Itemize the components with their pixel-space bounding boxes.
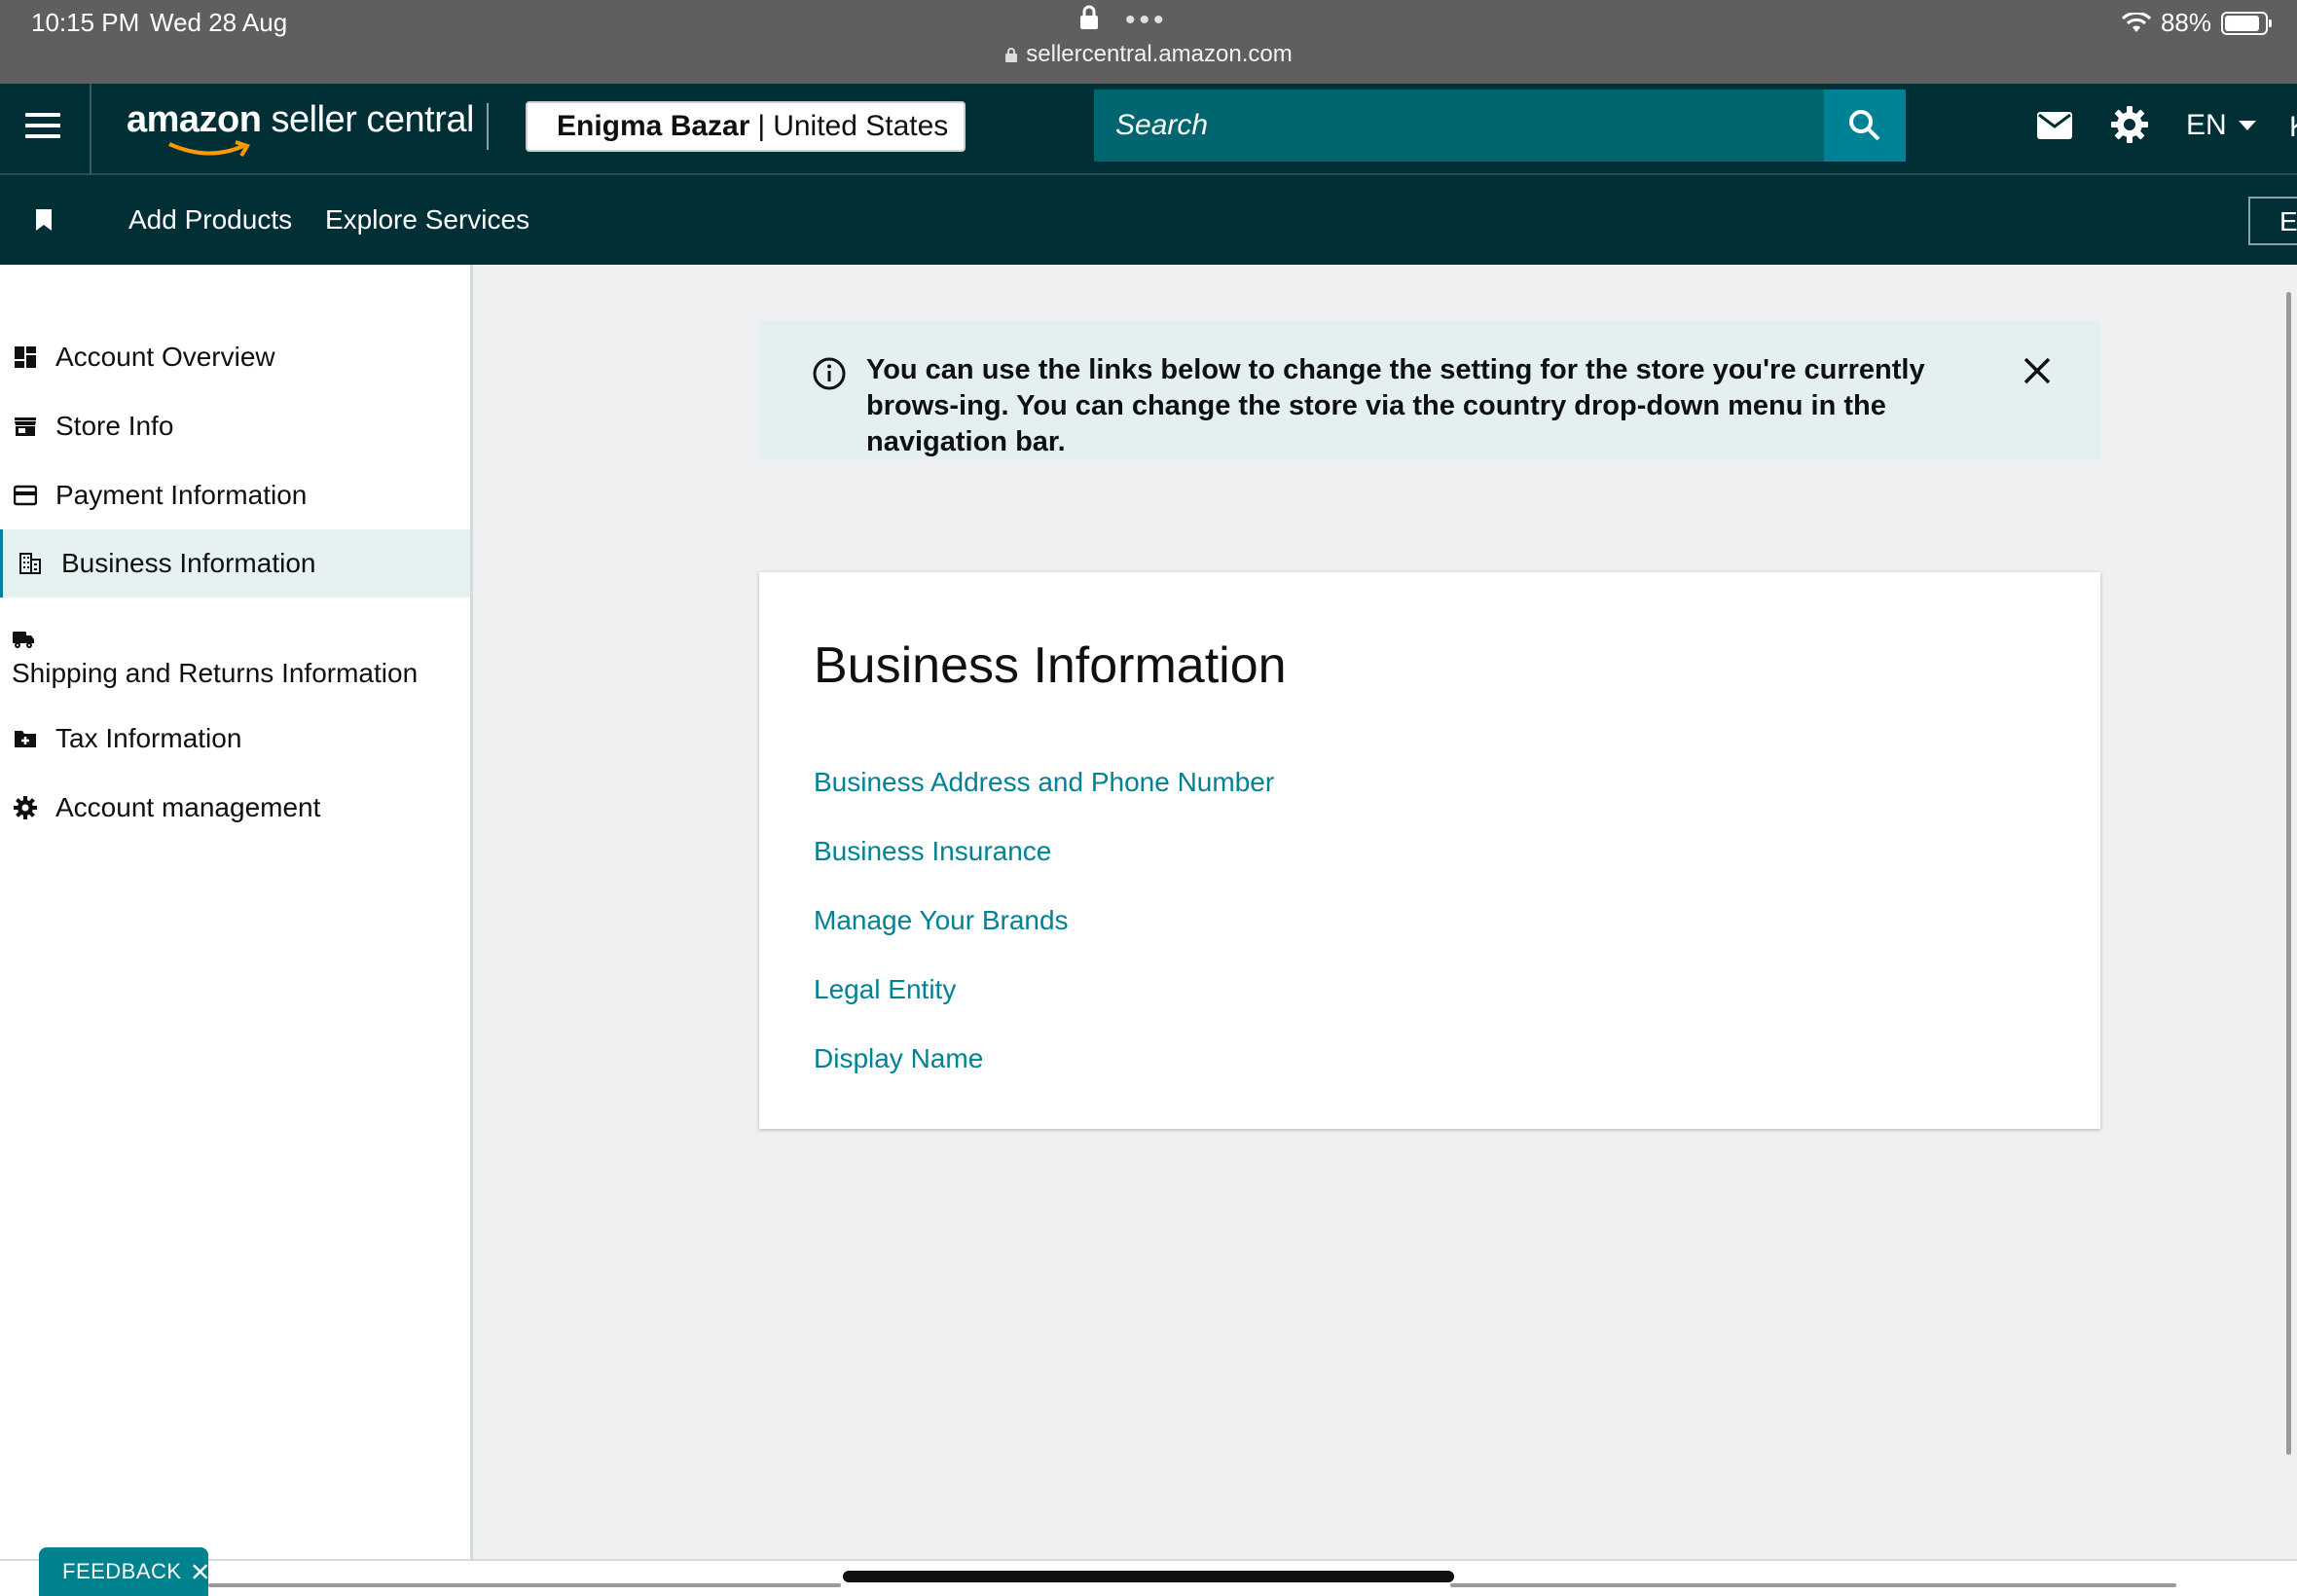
amazon-seller-central-logo[interactable]: amazon seller central (127, 99, 474, 141)
credit-card-icon (14, 485, 37, 506)
hamburger-menu-icon[interactable] (25, 113, 60, 142)
feedback-button[interactable]: FEEDBACK (39, 1547, 208, 1596)
chevron-down-icon (2238, 121, 2256, 130)
sidebar-item-label: Account Overview (55, 342, 275, 372)
url-text: sellercentral.amazon.com (1026, 41, 1293, 67)
amazon-smile-logo-icon (168, 140, 250, 158)
store-country-selector[interactable]: Enigma Bazar | United States (526, 101, 966, 152)
sidebar-item-tax-information[interactable]: Tax Information (0, 705, 470, 773)
language-selector[interactable]: EN (2186, 109, 2256, 142)
sidebar-item-label: Account management (55, 792, 321, 822)
sidebar-item-label: Business Information (61, 548, 316, 578)
explore-services-link[interactable]: Explore Services (325, 204, 529, 236)
language-label: EN (2186, 109, 2227, 141)
browser-status-bar: 10:15 PM Wed 28 Aug ••• sellercentral.am… (0, 0, 2297, 84)
mail-icon[interactable] (2036, 111, 2073, 140)
store-icon (15, 417, 36, 436)
bottom-scroll-track-right (1450, 1583, 2176, 1587)
sidebar-item-account-management[interactable]: Account management (0, 774, 470, 842)
search-input[interactable]: Search (1094, 90, 1824, 162)
sidebar-item-store-info[interactable]: Store Info (0, 392, 470, 460)
business-insurance-link[interactable]: Business Insurance (814, 836, 1051, 867)
legal-entity-link[interactable]: Legal Entity (814, 974, 956, 1005)
info-alert: You can use the links below to change th… (759, 321, 2100, 459)
page-title: Business Information (814, 637, 1287, 694)
store-name: Enigma Bazar (557, 110, 750, 142)
address-bar[interactable]: sellercentral.amazon.com (0, 41, 2297, 68)
sidebar-item-label: Store Info (55, 411, 174, 441)
close-icon[interactable] (192, 1563, 208, 1580)
sidebar-item-shipping-returns[interactable]: Shipping and Returns Information (0, 607, 470, 705)
sidebar-item-label: Tax Information (55, 723, 242, 753)
sidebar-item-label: Shipping and Returns Information (12, 658, 419, 688)
manage-your-brands-link[interactable]: Manage Your Brands (814, 905, 1069, 936)
lock-icon (1080, 5, 1098, 29)
search-icon (1849, 110, 1880, 141)
bookmark-icon[interactable] (35, 208, 53, 232)
sidebar-item-account-overview[interactable]: Account Overview (0, 323, 470, 391)
search-button[interactable] (1824, 90, 1906, 162)
close-icon[interactable] (2023, 356, 2052, 385)
alert-message: You can use the links below to change th… (866, 354, 1925, 457)
search-bar: Search (1094, 90, 1906, 162)
status-time: 10:15 PM (31, 8, 140, 37)
top-navigation: amazon seller central Enigma Bazar | Uni… (0, 84, 2297, 175)
battery-percent: 88% (2160, 8, 2211, 37)
secondary-navigation: Add Products Explore Services E (0, 175, 2297, 265)
more-dots-icon[interactable]: ••• (1125, 4, 1168, 37)
dashboard-icon (15, 346, 36, 368)
settings-gear-icon[interactable] (2110, 105, 2149, 144)
gear-icon (14, 796, 37, 819)
settings-sidebar: Account Overview Store Info Payment Info… (0, 265, 473, 1559)
sidebar-item-payment-information[interactable]: Payment Information (0, 461, 470, 529)
store-country: United States (773, 110, 949, 142)
wifi-icon (2121, 12, 2151, 32)
add-products-link[interactable]: Add Products (128, 204, 292, 236)
bottom-scroll-track (208, 1583, 841, 1587)
battery-icon (2221, 11, 2272, 35)
lock-icon (1005, 48, 1018, 62)
sidebar-item-business-information[interactable]: Business Information (0, 529, 470, 598)
truck-icon (13, 632, 34, 648)
sidebar-item-label: Payment Information (55, 480, 308, 510)
home-indicator[interactable] (843, 1571, 1454, 1582)
business-information-card: Business Information Business Address an… (759, 572, 2100, 1129)
display-name-link[interactable]: Display Name (814, 1043, 983, 1074)
logo-divider (487, 103, 489, 150)
building-icon (19, 553, 41, 574)
cutoff-nav-item[interactable]: K (2289, 111, 2297, 144)
page-scrollbar[interactable] (2286, 292, 2291, 1455)
feedback-label: FEEDBACK (62, 1559, 182, 1583)
status-indicators: 88% (2121, 8, 2272, 38)
nav-divider (90, 84, 91, 175)
business-address-phone-link[interactable]: Business Address and Phone Number (814, 767, 1274, 798)
info-icon (813, 357, 846, 390)
tax-folder-icon (15, 731, 36, 747)
store-separator: | (757, 110, 766, 142)
status-date: Wed 28 Aug (150, 8, 288, 37)
cutoff-subnav-button[interactable]: E (2248, 197, 2297, 245)
